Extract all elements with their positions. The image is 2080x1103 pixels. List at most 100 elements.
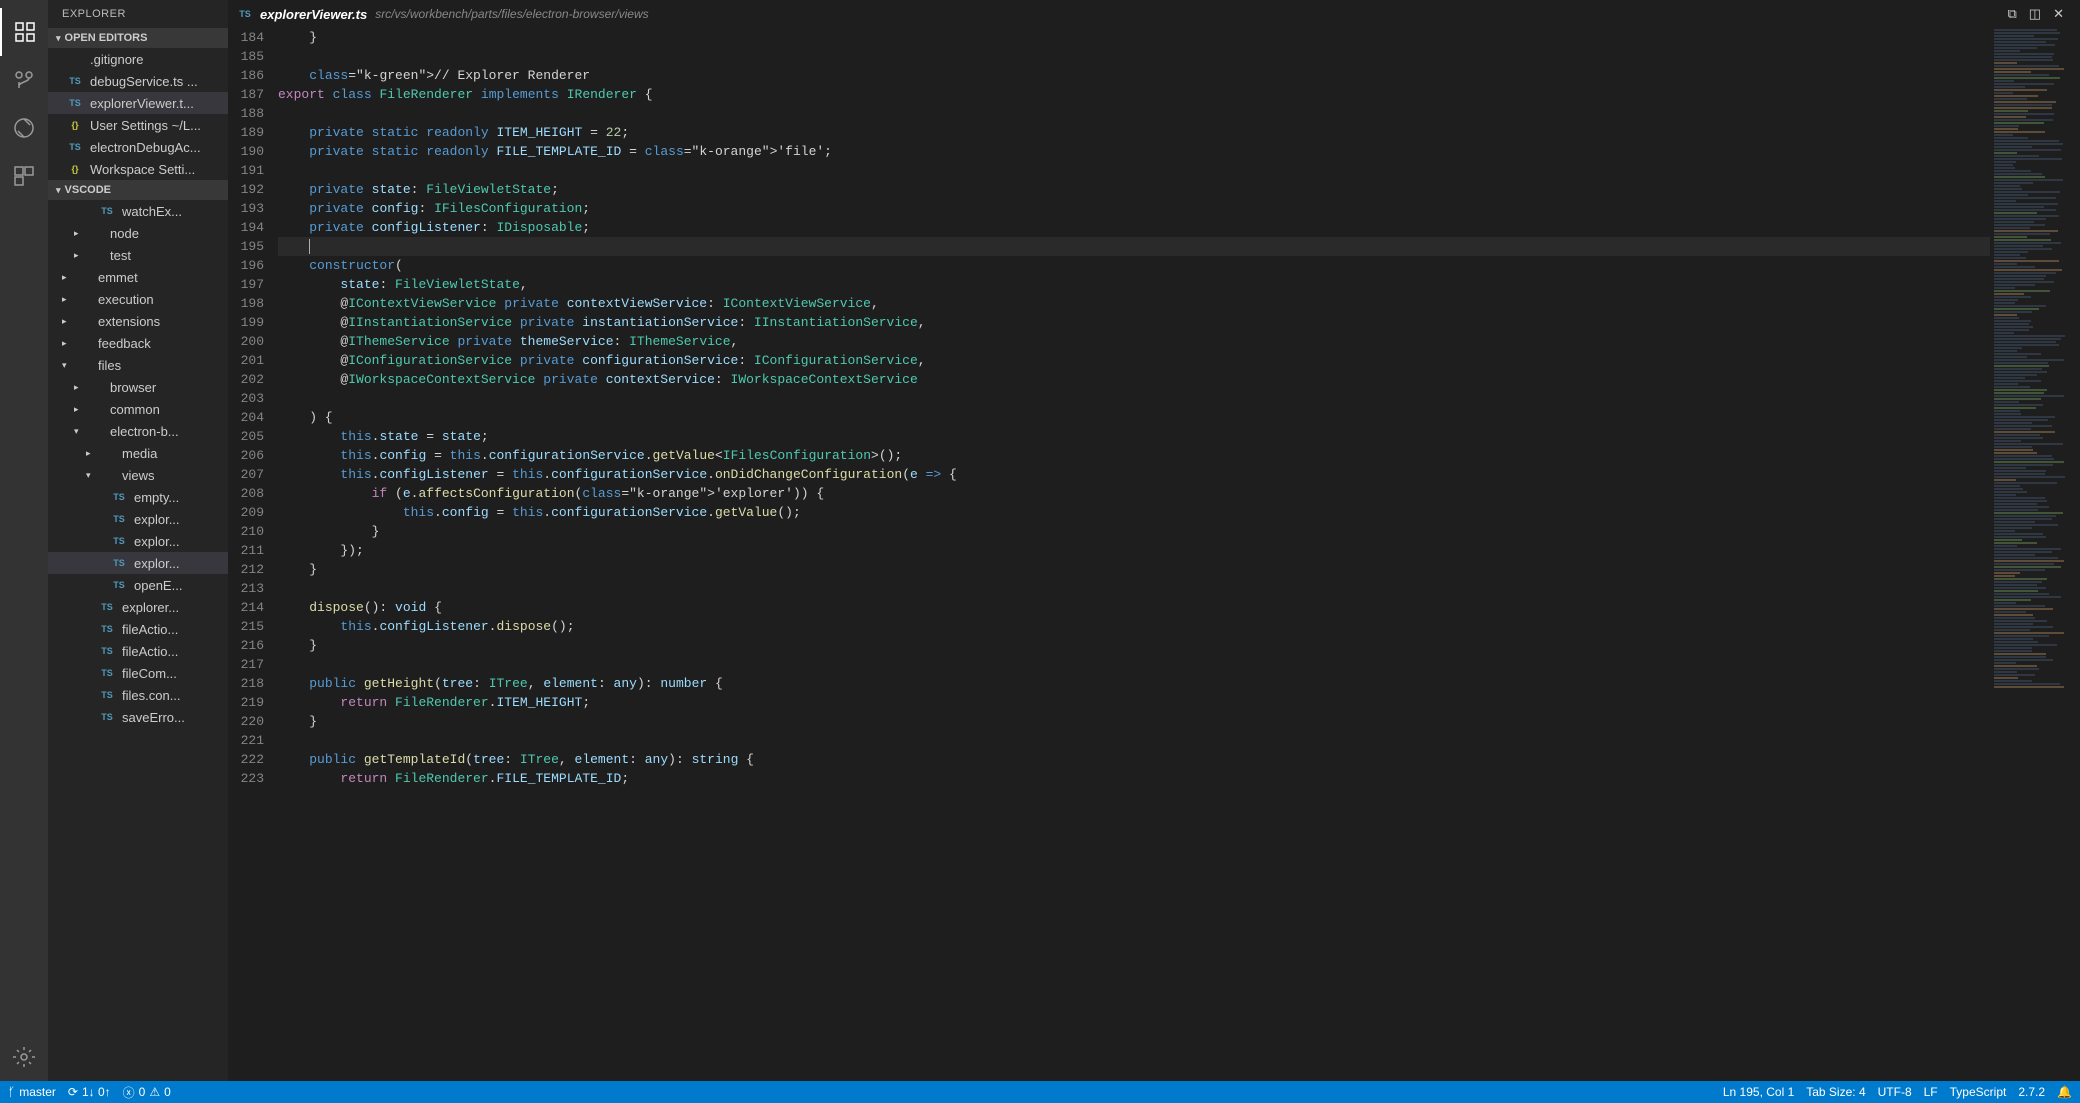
chevron-down-icon: ▾ [56, 185, 61, 196]
tree-item-label: fileActio... [122, 622, 178, 637]
tree-item-label: fileCom... [122, 666, 177, 681]
activity-explorer-icon[interactable] [0, 8, 48, 56]
file-name: debugService.ts ... [90, 74, 198, 89]
status-encoding[interactable]: UTF-8 [1878, 1085, 1912, 1099]
activity-settings-icon[interactable] [0, 1033, 48, 1081]
activity-debug-icon[interactable] [0, 104, 48, 152]
code-content[interactable]: } class="k-green">// Explorer Rendererex… [278, 28, 1990, 1081]
tree-item-label: common [110, 402, 160, 417]
file-type-badge: TS [110, 492, 128, 502]
tab-filepath: src/vs/workbench/parts/files/electron-br… [375, 7, 648, 21]
activity-scm-icon[interactable] [0, 56, 48, 104]
chevron-icon: ▸ [62, 294, 72, 305]
open-editor-item[interactable]: TSelectronDebugAc... [48, 136, 228, 158]
split-editor-icon[interactable]: ◫ [2029, 6, 2041, 22]
status-line-col[interactable]: Ln 195, Col 1 [1723, 1085, 1794, 1099]
tree-item[interactable]: ▸ execution [48, 288, 228, 310]
tree-item[interactable]: TSexplor... [48, 530, 228, 552]
tree-item-label: watchEx... [122, 204, 182, 219]
activity-bar [0, 0, 48, 1081]
tree-item-label: explorer... [122, 600, 179, 615]
file-type-badge: TS [236, 9, 254, 19]
open-editor-item[interactable]: TSdebugService.ts ... [48, 70, 228, 92]
chevron-icon: ▾ [62, 360, 72, 371]
tree-item[interactable]: ▸browser [48, 376, 228, 398]
close-icon[interactable]: ✕ [2053, 6, 2064, 22]
tab-filename[interactable]: explorerViewer.ts [260, 7, 367, 22]
file-type-badge: TS [98, 624, 116, 634]
tree-item-label: execution [98, 292, 154, 307]
open-editor-item[interactable]: {}Workspace Setti... [48, 158, 228, 180]
tree-item[interactable]: TS saveErro... [48, 706, 228, 728]
tree-item[interactable]: TSexplor... [48, 552, 228, 574]
tree-item-label: files [98, 358, 121, 373]
status-bar: ᚶ master ⟳ 1↓ 0↑ ⓧ 0 ⚠ 0 Ln 195, Col 1 T… [0, 1081, 2080, 1103]
tree-item[interactable]: TSexplor... [48, 508, 228, 530]
chevron-icon: ▸ [74, 382, 84, 393]
activity-extensions-icon[interactable] [0, 152, 48, 200]
file-name: explorerViewer.t... [90, 96, 194, 111]
tree-item[interactable]: TS explorer... [48, 596, 228, 618]
open-editors-header[interactable]: ▾ OPEN EDITORS [48, 28, 228, 48]
tree-item-label: views [122, 468, 155, 483]
tree-item[interactable]: ▸node [48, 222, 228, 244]
compare-icon[interactable]: ⧉ [2008, 6, 2017, 22]
status-notifications-icon[interactable]: 🔔 [2057, 1085, 2072, 1099]
open-editor-item[interactable]: .gitignore [48, 48, 228, 70]
status-eol[interactable]: LF [1924, 1085, 1938, 1099]
tree-item[interactable]: ▸extensions [48, 310, 228, 332]
status-ts-version[interactable]: 2.7.2 [2018, 1085, 2045, 1099]
file-type-badge: TS [110, 580, 128, 590]
file-type-badge: TS [66, 98, 84, 108]
tree-item[interactable]: ▸ common [48, 398, 228, 420]
tree-item-label: node [110, 226, 139, 241]
explorer-sidebar: EXPLORER ▾ OPEN EDITORS .gitignoreTSdebu… [48, 0, 228, 1081]
tree-item-label: files.con... [122, 688, 181, 703]
chevron-icon: ▸ [86, 448, 96, 459]
tree-item[interactable]: ▸feedback [48, 332, 228, 354]
tree-item[interactable]: ▸ media [48, 442, 228, 464]
tree-item[interactable]: ▸ test [48, 244, 228, 266]
tree-item[interactable]: ▾ files [48, 354, 228, 376]
tree-item[interactable]: ▾ views [48, 464, 228, 486]
open-editor-item[interactable]: TS explorerViewer.t... [48, 92, 228, 114]
file-type-badge: {} [66, 120, 84, 130]
chevron-icon: ▸ [74, 404, 84, 415]
tree-item-label: saveErro... [122, 710, 185, 725]
status-branch[interactable]: ᚶ master [8, 1085, 56, 1099]
tree-item[interactable]: ▸emmet [48, 266, 228, 288]
status-tab-size[interactable]: Tab Size: 4 [1806, 1085, 1865, 1099]
tree-item[interactable]: TS openE... [48, 574, 228, 596]
file-type-badge: TS [98, 712, 116, 722]
file-type-badge: TS [98, 646, 116, 656]
minimap[interactable] [1990, 28, 2080, 1081]
chevron-icon: ▸ [62, 272, 72, 283]
open-editor-item[interactable]: {}User Settings ~/L... [48, 114, 228, 136]
file-type-badge: {} [66, 164, 84, 174]
chevron-icon: ▸ [74, 250, 84, 261]
file-name: electronDebugAc... [90, 140, 201, 155]
tree-item-label: test [110, 248, 131, 263]
tree-item[interactable]: TSfileCom... [48, 662, 228, 684]
file-type-badge: TS [98, 602, 116, 612]
tree-item[interactable]: TSwatchEx... [48, 200, 228, 222]
sidebar-title: EXPLORER [48, 0, 228, 28]
tree-item[interactable]: TSempty... [48, 486, 228, 508]
editor-area: TS explorerViewer.ts src/vs/workbench/pa… [228, 0, 2080, 1081]
editor-tab-bar: TS explorerViewer.ts src/vs/workbench/pa… [228, 0, 2080, 28]
chevron-icon: ▾ [86, 470, 96, 481]
tree-item-label: media [122, 446, 157, 461]
status-language[interactable]: TypeScript [1950, 1085, 2007, 1099]
tree-item[interactable]: TSfiles.con... [48, 684, 228, 706]
editor-body[interactable]: 1841851861871881891901911921931941951961… [228, 28, 2080, 1081]
workspace-header[interactable]: ▾ VSCODE [48, 180, 228, 200]
tree-item[interactable]: TS fileActio... [48, 618, 228, 640]
open-editors-list: .gitignoreTSdebugService.ts ... TS explore… [48, 48, 228, 180]
tree-item[interactable]: ▾electron-b... [48, 420, 228, 442]
tree-item-label: openE... [134, 578, 182, 593]
status-sync[interactable]: ⟳ 1↓ 0↑ [68, 1085, 111, 1099]
tree-item[interactable]: TS fileActio... [48, 640, 228, 662]
status-problems[interactable]: ⓧ 0 ⚠ 0 [123, 1084, 171, 1101]
line-number-gutter: 1841851861871881891901911921931941951961… [228, 28, 278, 1081]
tree-item-label: fileActio... [122, 644, 178, 659]
